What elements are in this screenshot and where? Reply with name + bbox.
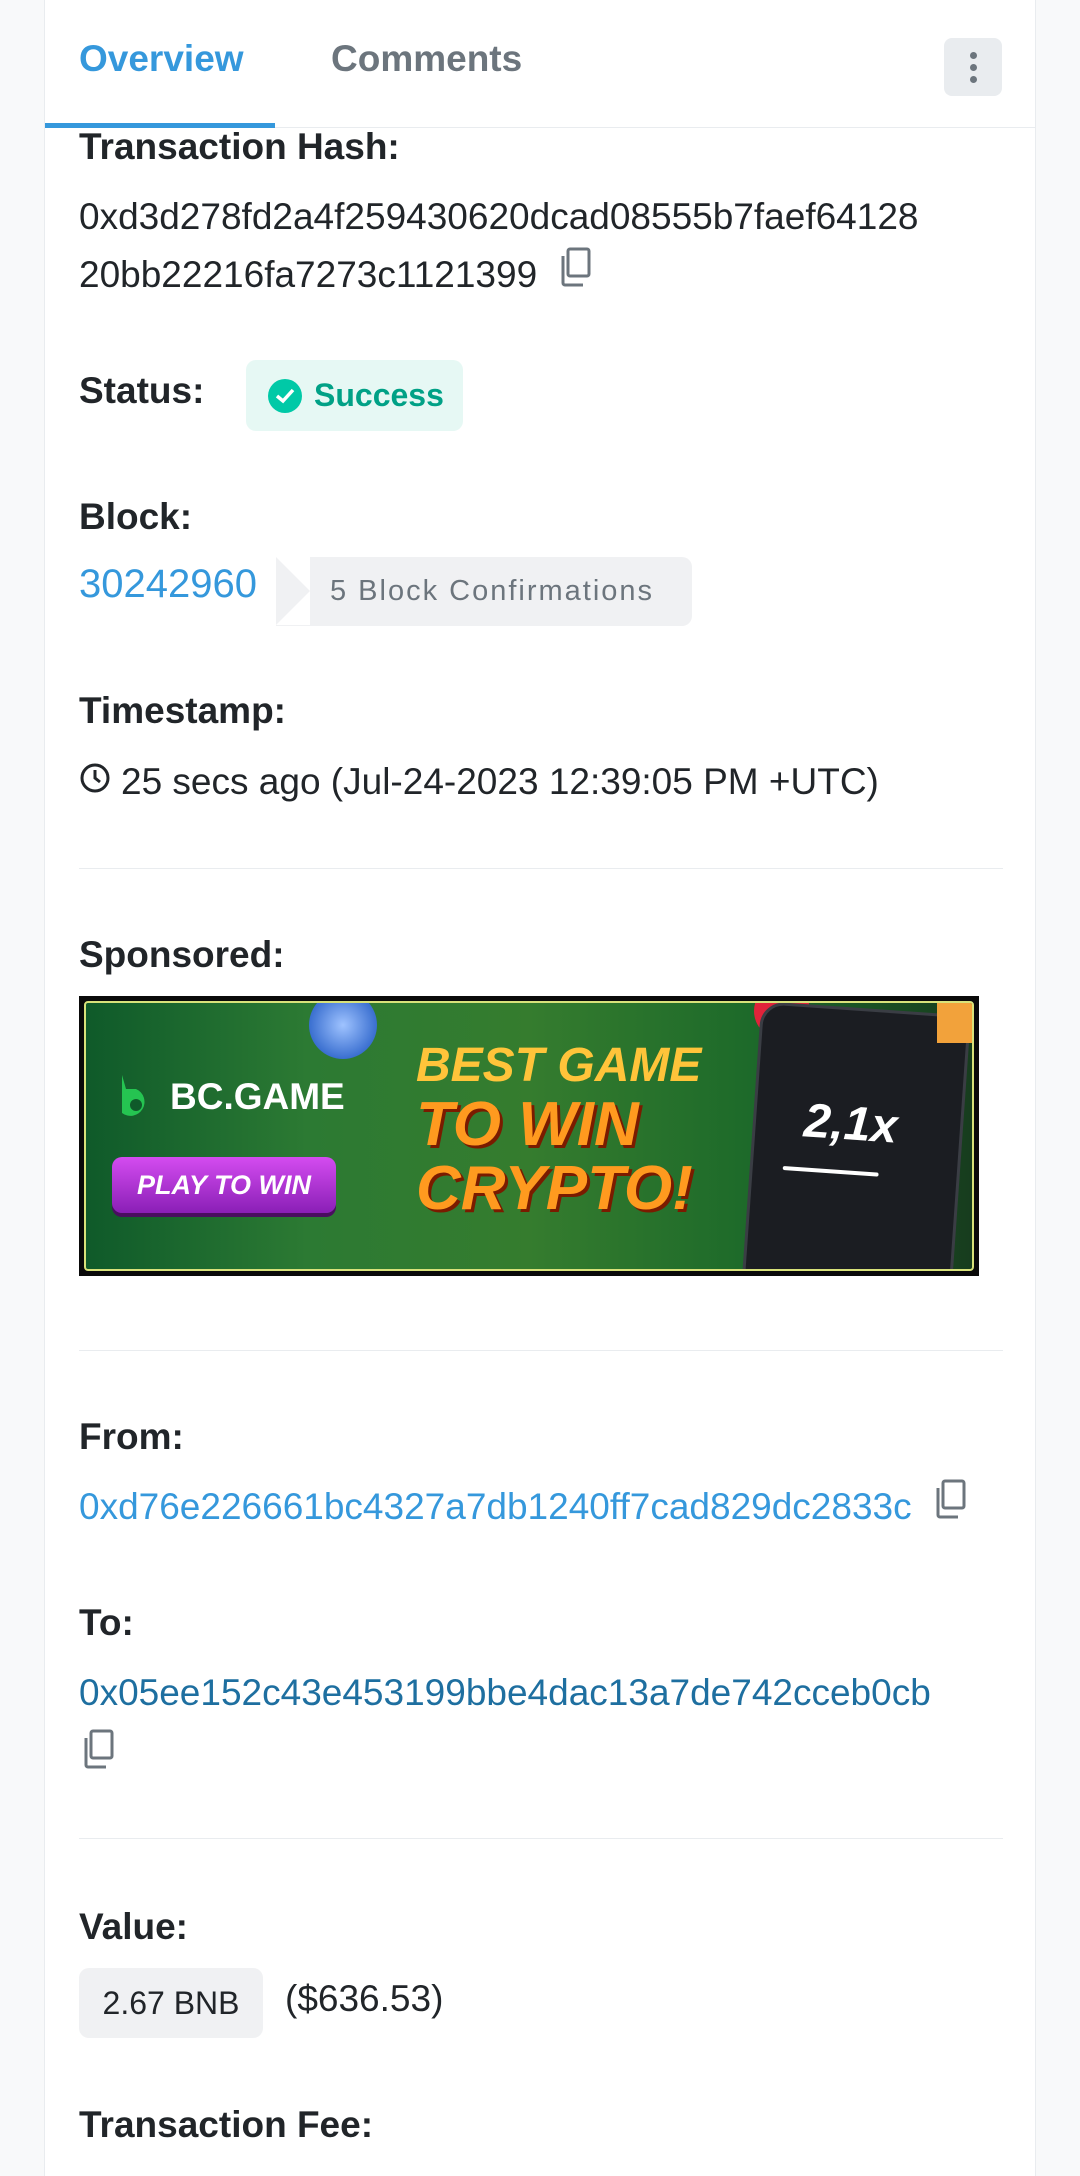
transaction-hash-line-1: 0xd3d278fd2a4f259430620dcad08555b7faef64… — [79, 196, 919, 237]
tab-overview[interactable]: Overview — [79, 38, 244, 80]
ad-multiplier-line — [782, 1165, 879, 1177]
copy-icon[interactable] — [934, 1478, 968, 1536]
bc-game-logo: BC.GAME — [116, 1073, 345, 1121]
copy-icon[interactable] — [79, 1728, 119, 1786]
to-address-link[interactable]: 0x05ee152c43e453199bbe4dac13a7de742cceb0… — [79, 1664, 931, 1722]
block-number-link[interactable]: 30242960 — [79, 562, 257, 607]
divider — [79, 1350, 1003, 1351]
divider — [79, 868, 1003, 869]
ad-headline-1: BEST GAME — [416, 1039, 702, 1092]
ad-headline-2a: TO WIN — [416, 1090, 639, 1159]
kebab-dot — [969, 51, 977, 59]
bc-game-icon — [122, 1075, 145, 1116]
value-amount-badge: 2.67 BNB — [79, 1968, 263, 2038]
status-text: Success — [314, 377, 444, 413]
kebab-dot — [969, 75, 977, 83]
timestamp-label: Timestamp: — [79, 690, 286, 731]
status-badge: Success — [246, 360, 463, 431]
from-address-link[interactable]: 0xd76e226661bc4327a7db1240ff7cad829dc283… — [79, 1478, 912, 1536]
transaction-hash-label: Transaction Hash: — [79, 126, 400, 167]
coin-graphic — [309, 1003, 377, 1059]
owl-icon — [937, 1003, 972, 1043]
block-confirmations-badge: 5 Block Confirmations — [276, 557, 692, 626]
from-label: From: — [79, 1416, 184, 1457]
from-row: 0xd76e226661bc4327a7db1240ff7cad829dc283… — [79, 1478, 968, 1536]
transaction-hash-line-2: 20bb22216fa7273c1121399 — [79, 254, 538, 295]
timestamp-value: 25 secs ago (Jul-24-2023 12:39:05 PM +UT… — [121, 761, 879, 802]
tab-bar: Overview Comments — [45, 0, 1035, 128]
ad-multiplier: 2,1x — [802, 1094, 900, 1154]
value-usd: ($636.53) — [285, 1978, 444, 2019]
confirmations-notch — [276, 557, 310, 625]
banner-background: BC.GAME PLAY TO WIN BEST GAME TO WIN CRY… — [84, 1001, 974, 1271]
transaction-hash-value[interactable]: 0xd3d278fd2a4f259430620dcad08555b7faef64… — [79, 188, 919, 304]
more-options-button[interactable] — [944, 38, 1002, 96]
transaction-card: Overview Comments Transaction Hash: 0xd3… — [44, 0, 1036, 2176]
divider — [79, 1838, 1003, 1839]
tab-comments[interactable]: Comments — [331, 38, 522, 80]
sponsored-banner[interactable]: BC.GAME PLAY TO WIN BEST GAME TO WIN CRY… — [79, 996, 979, 1276]
ad-brand-text: BC.GAME — [170, 1076, 345, 1117]
sponsored-label: Sponsored: — [79, 934, 285, 975]
play-to-win-button[interactable]: PLAY TO WIN — [112, 1157, 336, 1213]
copy-icon[interactable] — [559, 246, 593, 304]
ad-headline-2: TO WIN CRYPTO! — [416, 1093, 693, 1221]
block-label: Block: — [79, 496, 193, 537]
check-circle-icon — [268, 378, 302, 413]
transaction-fee-label: Transaction Fee: — [79, 2104, 374, 2145]
to-row: 0x05ee152c43e453199bbe4dac13a7de742cceb0… — [79, 1664, 931, 1786]
to-label: To: — [79, 1602, 134, 1643]
value-label: Value: — [79, 1906, 188, 1947]
status-label: Status: — [79, 370, 205, 411]
kebab-dot — [969, 63, 977, 71]
timestamp-row: 25 secs ago (Jul-24-2023 12:39:05 PM +UT… — [79, 753, 879, 811]
ad-headline-2b: CRYPTO! — [416, 1154, 693, 1223]
clock-icon — [79, 753, 111, 811]
